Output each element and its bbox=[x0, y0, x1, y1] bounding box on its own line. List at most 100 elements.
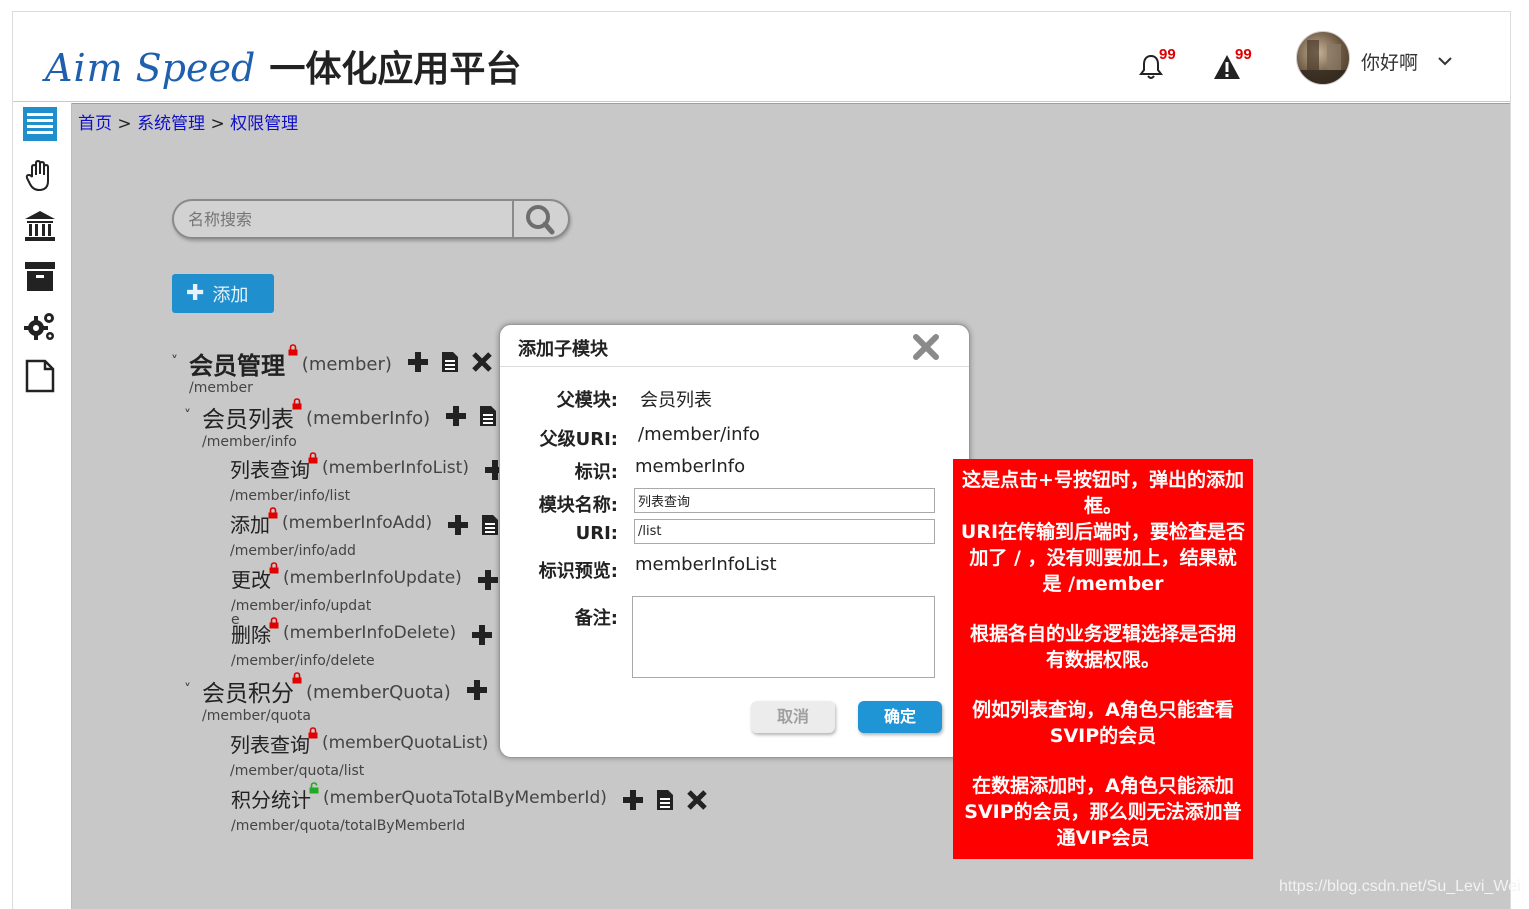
search-button[interactable] bbox=[512, 201, 568, 237]
parent-module-label: 父模块: bbox=[556, 390, 618, 411]
tree-node-name[interactable]: 会员列表 bbox=[202, 400, 294, 434]
edit-document-icon[interactable] bbox=[653, 788, 677, 812]
cancel-button[interactable]: 取消 bbox=[751, 701, 835, 733]
tree-node-code: (memberInfoUpdate) bbox=[282, 568, 462, 588]
lock-icon[interactable] bbox=[308, 452, 318, 464]
tree-node-code: (member) bbox=[301, 354, 392, 375]
breadcrumb-permission[interactable]: 权限管理 bbox=[230, 114, 298, 134]
add-child-icon[interactable] bbox=[465, 678, 489, 702]
add-child-icon[interactable] bbox=[446, 513, 470, 537]
divider bbox=[72, 103, 1510, 104]
note-block: 这是点击+号按钮时，弹出的添加 框。 URI在传输到后端时，要检查是否 加了 / ，没… bbox=[956, 467, 1250, 597]
bank-icon[interactable] bbox=[23, 209, 57, 243]
lock-icon[interactable] bbox=[292, 672, 302, 684]
delete-icon[interactable] bbox=[470, 350, 494, 374]
avatar[interactable] bbox=[1296, 31, 1350, 85]
tree-node-name[interactable]: 添加 bbox=[230, 509, 270, 538]
parent-uri-label: 父级URI: bbox=[539, 429, 618, 450]
tree-expand-caret[interactable]: ˅ bbox=[171, 354, 178, 370]
add-child-icon[interactable] bbox=[470, 623, 494, 647]
note-line: 有数据权限。 bbox=[1045, 649, 1160, 671]
menu-list-icon[interactable] bbox=[23, 107, 57, 141]
add-child-icon[interactable] bbox=[444, 404, 468, 428]
tree-node-name[interactable]: 列表查询 bbox=[230, 454, 310, 483]
identifier-label: 标识: bbox=[574, 462, 618, 483]
tree-node-code: (memberInfoList) bbox=[321, 458, 469, 478]
add-child-icon[interactable] bbox=[406, 350, 430, 374]
tree-node-name[interactable]: 更改 bbox=[231, 564, 271, 593]
identifier-value: memberInfo bbox=[635, 456, 746, 477]
tree-node-uri: /member/info/add bbox=[230, 543, 356, 559]
tree-node-code: (memberInfoDelete) bbox=[282, 623, 457, 643]
top-header: Aim Speed 一体化应用平台 99 99 你好啊 bbox=[13, 12, 1510, 102]
remark-textarea[interactable] bbox=[632, 596, 935, 678]
note-line: 通VIP会员 bbox=[1056, 827, 1150, 849]
dialog-header: 添加子模块 bbox=[500, 325, 969, 367]
document-icon[interactable] bbox=[23, 359, 57, 393]
module-name-label: 模块名称: bbox=[538, 495, 618, 516]
delete-icon[interactable] bbox=[685, 788, 709, 812]
dialog-title: 添加子模块 bbox=[518, 339, 608, 360]
app-title: 一体化应用平台 bbox=[269, 49, 522, 90]
search-icon bbox=[526, 205, 555, 235]
chevron-down-icon[interactable] bbox=[1436, 52, 1454, 70]
note-line: 框。 bbox=[1083, 495, 1122, 517]
tree-node-code: (memberInfo) bbox=[306, 408, 431, 429]
unlock-icon[interactable] bbox=[309, 782, 319, 794]
breadcrumb-home[interactable]: 首页 bbox=[78, 114, 112, 134]
tree-node-name[interactable]: 删除 bbox=[231, 619, 271, 648]
username[interactable]: 你好啊 bbox=[1361, 48, 1418, 75]
tree-expand-caret[interactable]: ˅ bbox=[184, 408, 191, 424]
tree-node-name[interactable]: 积分统计 bbox=[231, 784, 311, 813]
confirm-button[interactable]: 确定 bbox=[858, 701, 942, 733]
search-input[interactable] bbox=[188, 208, 508, 230]
sidebar bbox=[13, 103, 72, 909]
close-icon[interactable] bbox=[911, 332, 941, 362]
tree-node-name[interactable]: 会员积分 bbox=[202, 674, 294, 708]
settings-gears-icon[interactable] bbox=[23, 309, 57, 343]
tree-node-code: (memberInfoAdd) bbox=[281, 513, 433, 533]
lock-icon[interactable] bbox=[292, 398, 302, 410]
watermark: https://blog.csdn.net/Su_Levi_Wei bbox=[1279, 878, 1521, 895]
lock-icon[interactable] bbox=[308, 727, 318, 739]
lock-icon[interactable] bbox=[268, 507, 278, 519]
tree-node-code: (memberQuotaTotalByMemberId) bbox=[322, 788, 607, 808]
tree-expand-caret[interactable]: ˅ bbox=[184, 682, 191, 698]
tree-node-uri: /member/info bbox=[202, 434, 297, 450]
app-logo[interactable]: Aim Speed 一体化应用平台 bbox=[45, 40, 521, 90]
hand-icon[interactable] bbox=[23, 159, 57, 193]
tree-node-name[interactable]: 列表查询 bbox=[230, 729, 310, 758]
bell-badge: 99 bbox=[1159, 46, 1176, 63]
tree-node-uri: /member bbox=[189, 380, 253, 396]
module-name-input[interactable] bbox=[634, 488, 935, 513]
archive-icon[interactable] bbox=[23, 259, 57, 293]
add-button-label: 添加 bbox=[212, 284, 249, 306]
uri-input[interactable] bbox=[634, 519, 935, 544]
add-child-icon[interactable] bbox=[621, 788, 645, 812]
lock-icon[interactable] bbox=[288, 344, 298, 356]
remark-label: 备注: bbox=[574, 608, 618, 629]
breadcrumb-separator: > bbox=[205, 114, 231, 134]
breadcrumb: 首页 > 系统管理 > 权限管理 bbox=[78, 109, 298, 134]
edit-document-icon[interactable] bbox=[476, 404, 500, 428]
tree-node-uri: /member/info/list bbox=[230, 488, 351, 504]
tree-node-name[interactable]: 会员管理 bbox=[189, 346, 285, 381]
alert-badge: 99 bbox=[1235, 46, 1252, 63]
add-submodule-dialog: 添加子模块 父模块: 会员列表 父级URI: /member/info 标识: … bbox=[499, 324, 970, 758]
lock-icon[interactable] bbox=[269, 617, 279, 629]
breadcrumb-system[interactable]: 系统管理 bbox=[137, 114, 205, 134]
lock-icon[interactable] bbox=[269, 562, 279, 574]
edit-document-icon[interactable] bbox=[438, 350, 462, 374]
note-line: 例如列表查询，A角色只能查看 bbox=[972, 699, 1234, 721]
add-button[interactable]: ✚ 添加 bbox=[172, 274, 274, 313]
logo-speed: Speed bbox=[135, 46, 256, 90]
breadcrumb-separator: > bbox=[112, 114, 138, 134]
note-block: 例如列表查询，A角色只能查看 SVIP的会员 bbox=[956, 697, 1250, 749]
uri-label: URI: bbox=[575, 523, 618, 544]
tree-node-uri: /member/quota/list bbox=[230, 763, 365, 779]
annotation-note: 这是点击+号按钮时，弹出的添加 框。 URI在传输到后端时，要检查是否 加了 / ，没… bbox=[953, 459, 1253, 859]
note-block: 在数据添加时，A角色只能添加 SVIP的会员，那么则无法添加普 通VIP会员 bbox=[956, 773, 1250, 851]
add-child-icon[interactable] bbox=[476, 568, 500, 592]
note-line: URI在传输到后端时，要检查是否 bbox=[960, 521, 1246, 543]
tree-node-uri: /member/info/delete bbox=[231, 653, 375, 669]
